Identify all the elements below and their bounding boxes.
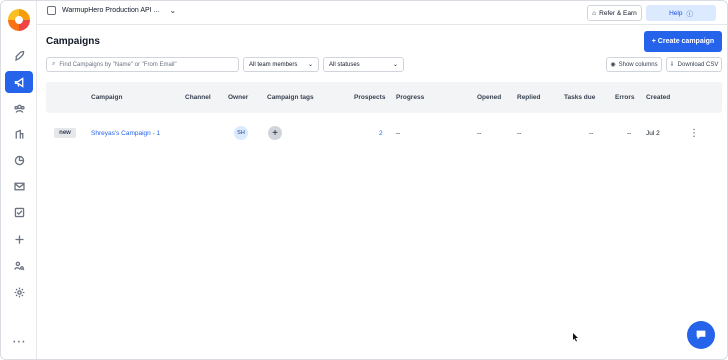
header-campaign[interactable]: Campaign <box>91 82 122 113</box>
opened-value: -- <box>477 130 482 137</box>
task-icon[interactable] <box>1 201 37 223</box>
status-filter-value: All statuses <box>329 61 360 68</box>
prospects-count[interactable]: 2 <box>379 120 383 147</box>
header-owner[interactable]: Owner <box>228 82 248 113</box>
workspace-selector[interactable]: WarmupHero Production API ... ⌄ <box>47 6 176 15</box>
rocket-icon[interactable] <box>1 45 37 67</box>
show-columns-button[interactable]: ◉ Show columns <box>606 57 662 72</box>
chat-button[interactable] <box>687 321 715 349</box>
help-button[interactable]: Help ⓘ <box>646 5 716 21</box>
create-campaign-button[interactable]: + Create campaign <box>644 31 722 52</box>
mouse-cursor-icon <box>573 333 578 342</box>
status-badge: new <box>54 128 76 138</box>
workspace-icon <box>47 6 56 15</box>
header-errors[interactable]: Errors <box>615 82 635 113</box>
user-search-icon[interactable] <box>1 254 37 276</box>
megaphone-icon[interactable] <box>5 71 33 93</box>
eye-icon: ◉ <box>610 62 616 68</box>
header-prospects[interactable]: Prospects <box>354 82 385 113</box>
mail-icon[interactable] <box>1 175 37 197</box>
header-campaign-tags[interactable]: Campaign tags <box>267 82 314 113</box>
refer-button[interactable]: ⌂ Refer & Earn <box>587 5 642 21</box>
table-row[interactable]: new Shreyas's Campaign - 1 SH + 2 -- -- … <box>46 120 722 147</box>
header-tasks-due[interactable]: Tasks due <box>564 82 595 113</box>
add-tag-button[interactable]: + <box>268 126 282 140</box>
search-icon: ⌕ <box>52 61 56 67</box>
replied-value: -- <box>517 130 522 137</box>
chart-icon[interactable] <box>1 149 37 171</box>
app-window: ⋯ WarmupHero Production API ... ⌄ ⌂ Refe… <box>0 0 728 360</box>
chevron-down-icon: ⌄ <box>392 62 398 68</box>
row-actions-icon[interactable]: ⋮ <box>689 120 699 147</box>
campaign-name-link[interactable]: Shreyas's Campaign - 1 <box>91 120 160 147</box>
chevron-down-icon: ⌄ <box>307 62 313 68</box>
avatar: SH <box>234 126 248 140</box>
header-opened[interactable]: Opened <box>477 82 501 113</box>
refer-label: Refer & Earn <box>599 9 637 17</box>
workspace-name: WarmupHero Production API ... <box>62 7 160 14</box>
show-columns-label: Show columns <box>618 61 658 68</box>
chat-icon <box>696 330 706 340</box>
team-filter-value: All team members <box>249 61 298 68</box>
chevron-down-icon: ⌄ <box>169 6 177 15</box>
help-label: Help <box>669 9 683 17</box>
header-progress[interactable]: Progress <box>396 82 424 113</box>
logo-icon[interactable] <box>8 9 30 31</box>
header-channel[interactable]: Channel <box>185 82 211 113</box>
top-bar: WarmupHero Production API ... ⌄ ⌂ Refer … <box>37 1 727 25</box>
team-icon[interactable] <box>1 97 37 119</box>
progress-value: -- <box>396 130 401 137</box>
created-value: Jul 2 <box>646 130 660 137</box>
team-filter[interactable]: All team members ⌄ <box>243 57 319 72</box>
plus-icon[interactable] <box>1 228 37 250</box>
table-header: Campaign Channel Owner Campaign tags Pro… <box>46 82 722 113</box>
tasks-due-value: -- <box>589 130 594 137</box>
download-label: Download CSV <box>677 61 719 68</box>
more-icon[interactable]: ⋯ <box>1 330 37 352</box>
download-csv-button[interactable]: ⇩ Download CSV <box>666 57 722 72</box>
gift-icon: ⌂ <box>592 9 597 17</box>
page-title: Campaigns <box>46 36 100 47</box>
errors-value: -- <box>627 130 632 137</box>
settings-icon[interactable] <box>1 281 37 303</box>
search-placeholder: Find Campaigns by "Name" or "From Email" <box>59 61 177 68</box>
campaign-search[interactable]: ⌕ Find Campaigns by "Name" or "From Emai… <box>46 57 239 72</box>
sidebar: ⋯ <box>1 1 37 359</box>
question-icon: ⓘ <box>686 11 693 18</box>
header-created[interactable]: Created <box>646 82 670 113</box>
status-filter[interactable]: All statuses ⌄ <box>323 57 404 72</box>
header-replied[interactable]: Replied <box>517 82 540 113</box>
download-icon: ⇩ <box>669 62 675 68</box>
building-icon[interactable] <box>1 123 37 145</box>
